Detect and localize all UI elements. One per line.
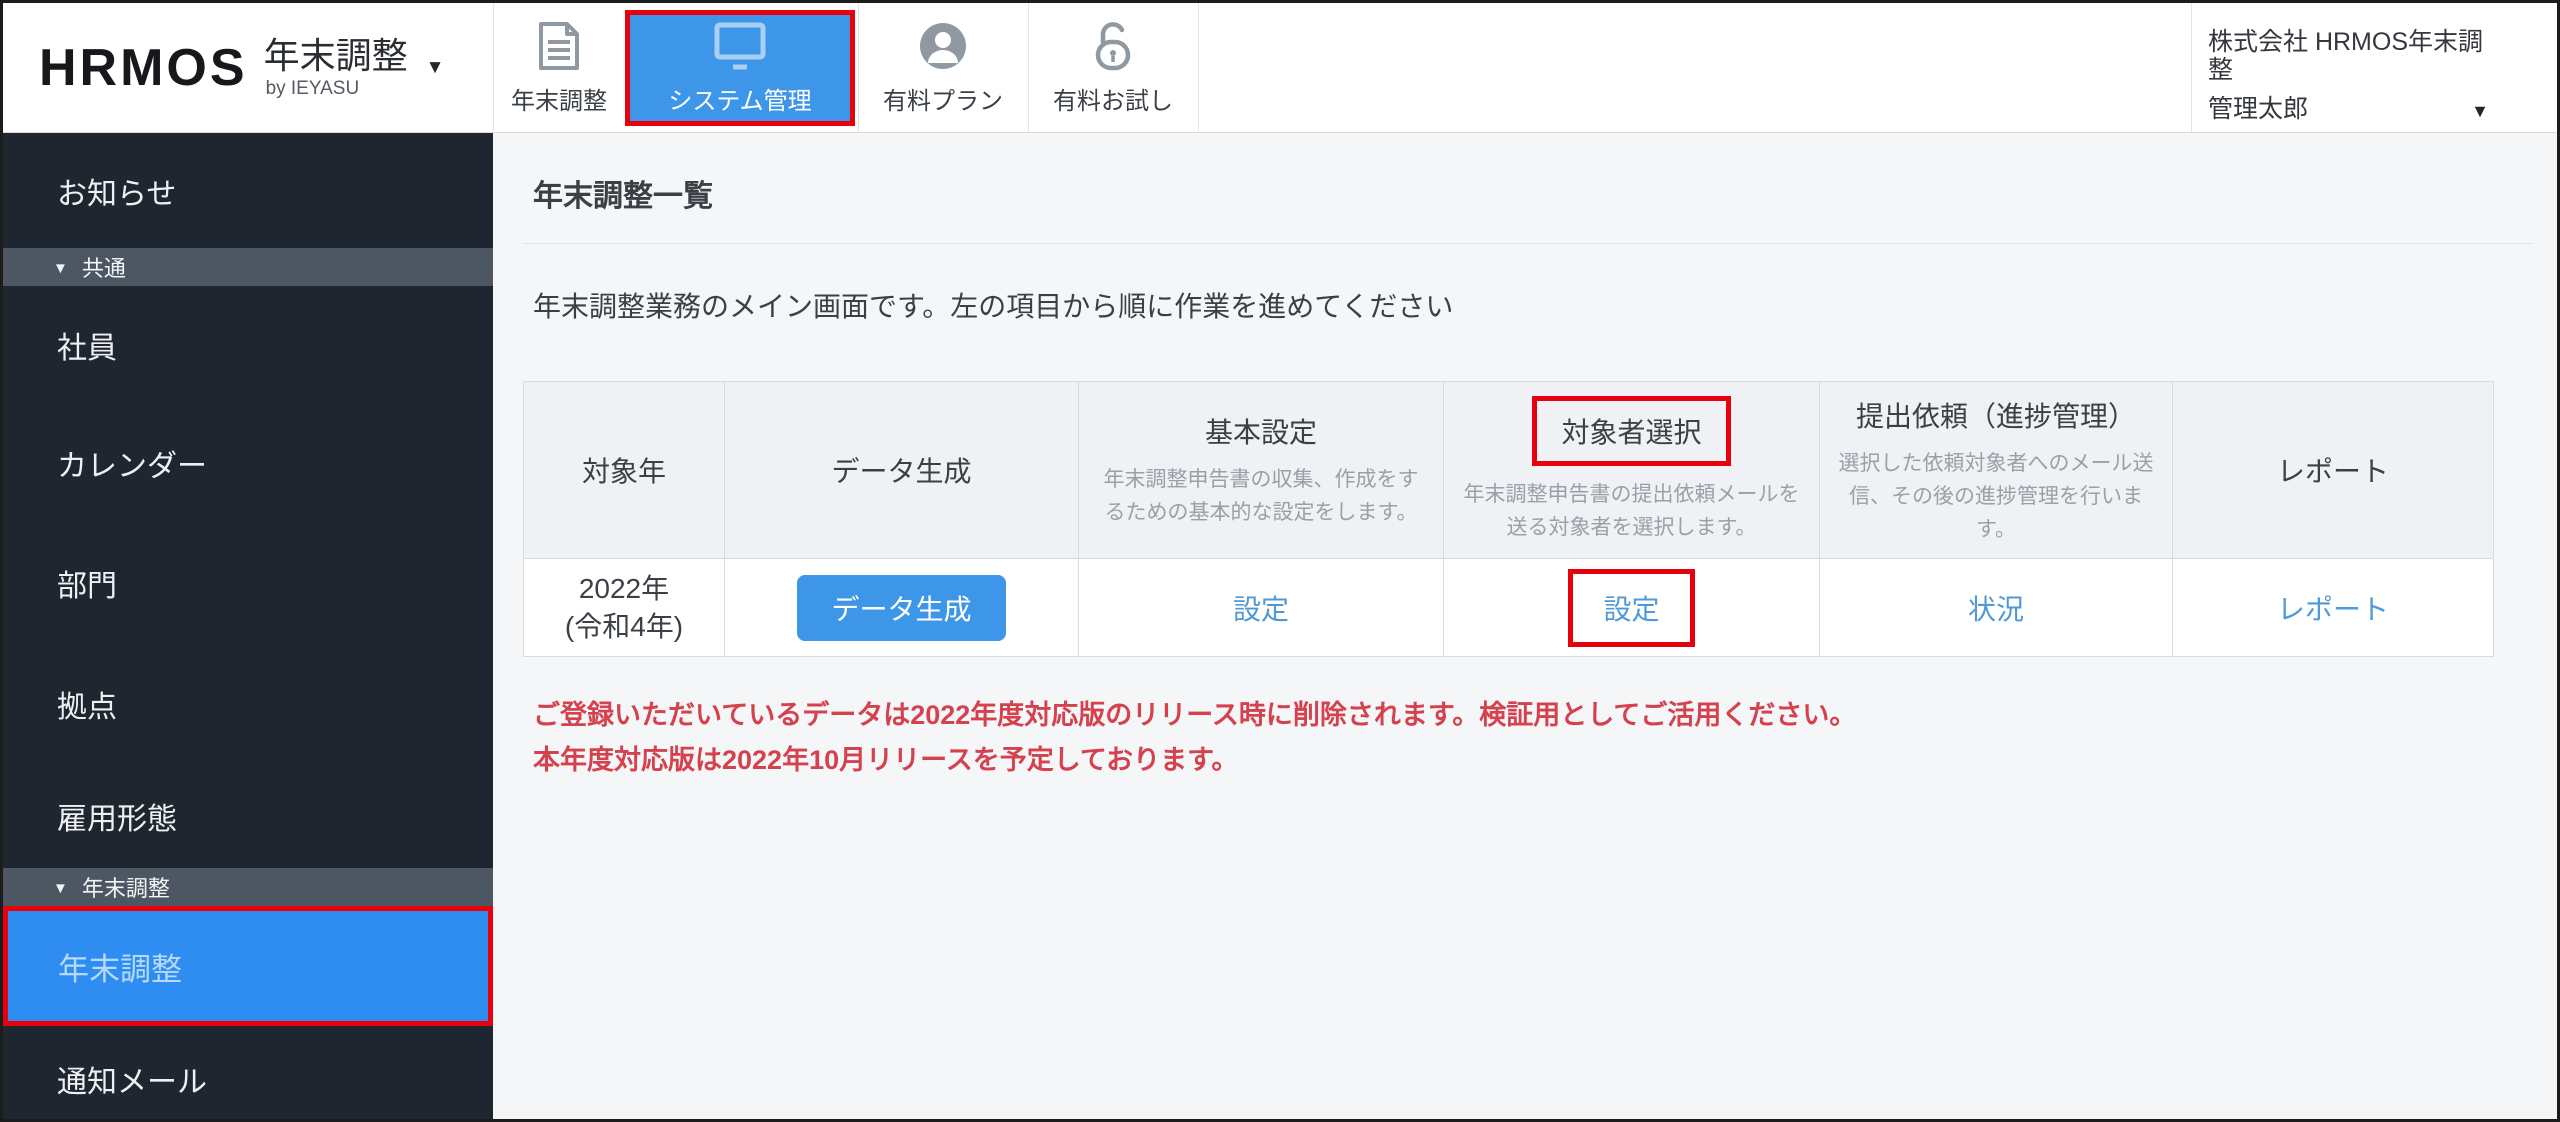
title-divider [523,243,2533,244]
sidebar-item-label: 年末調整 [58,951,182,987]
sidebar-item-notification-mail[interactable]: 通知メール [3,1026,493,1119]
table-row-2022: 2022年 (令和4年) データ生成 設定 設定 状況 レポート [523,558,2494,657]
column-header-report: レポート [2172,381,2494,559]
tab-system-admin-label: システム管理 [668,88,812,115]
tab-nencho-label: 年末調整 [511,88,607,115]
column-header-target-selection: 対象者選択 年末調整申告書の提出依頼メールを送る対象者を選択します。 [1443,381,1820,559]
column-header-data-generation: データ生成 [724,381,1079,559]
column-header-target-year: 対象年 [523,381,725,559]
column-header-submission-request: 提出依頼（進捗管理） 選択した依頼対象者へのメール送信、その後の進捗管理を行いま… [1819,381,2173,559]
sidebar-section-label: 共通 [81,256,126,281]
app-window: HRMOS 年末調整 by IEYASU ▼ 年末調整 システム管理 有料プラン… [0,0,2560,1122]
cell-submission-request: 状況 [1819,558,2173,657]
tab-paid-plan-label: 有料プラン [883,88,1003,115]
main-content: 年末調整一覧 年末調整業務のメイン画面です。左の項目から順に作業を進めてください… [493,133,2557,1119]
app-logo[interactable]: HRMOS 年末調整 by IEYASU ▼ [39,3,444,133]
data-generation-button[interactable]: データ生成 [797,574,1006,641]
sidebar-section-label: 年末調整 [81,876,170,901]
logo-byline-text: by IEYASU [265,77,360,99]
logo-brand-text: HRMOS [39,39,248,97]
sidebar-item-employment-type[interactable]: 雇用形態 [3,764,493,868]
warning-line-1: ご登録いただいているデータは2022年度対応版のリリース時に削除されます。検証用… [533,700,1857,730]
page-title: 年末調整一覧 [533,180,713,213]
sidebar-section-nencho[interactable]: ▼ 年末調整 [3,868,493,906]
sidebar-item-news[interactable]: お知らせ [3,133,493,248]
person-icon [918,20,968,72]
sidebar-item-label: カレンダー [57,450,207,483]
account-company: 株式会社 HRMOS年末調整 [2208,28,2484,84]
basic-settings-link[interactable]: 設定 [1233,594,1289,625]
cell-target-selection: 設定 [1443,558,1820,657]
cell-basic-settings: 設定 [1078,558,1444,657]
warning-line-2: 本年度対応版は2022年10月リリースを予定しております。 [533,745,1239,775]
chevron-down-icon: ▼ [53,259,68,277]
sidebar: お知らせ ▼ 共通 社員 カレンダー 部門 拠点 雇用形態 ▼ 年末調整 年末調… [3,133,493,1119]
sidebar-item-label: 部門 [57,570,117,603]
column-header-basic-settings: 基本設定 年末調整申告書の収集、作成をするための基本的な設定をします。 [1078,381,1444,559]
document-icon [538,20,580,72]
unlock-icon [1090,20,1136,72]
account-menu[interactable]: 株式会社 HRMOS年末調整 管理太郎 ▼ [2208,28,2493,124]
year-end-adjustment-table: 対象年 データ生成 基本設定 年末調整申告書の収集、作成をするための基本的な設定… [523,381,2494,657]
sidebar-item-label: 通知メール [57,1065,207,1099]
sidebar-item-location[interactable]: 拠点 [3,644,493,764]
chevron-down-icon: ▼ [53,879,68,897]
sidebar-item-calendar[interactable]: カレンダー [3,404,493,522]
account-dropdown-icon[interactable]: ▼ [2471,101,2489,122]
tab-paid-trial[interactable]: 有料お試し [1028,3,1198,133]
sidebar-item-label: お知らせ [57,177,177,211]
progress-status-link[interactable]: 状況 [1968,594,2024,625]
sidebar-item-employee[interactable]: 社員 [3,286,493,404]
logo-product-text: 年末調整 [263,35,408,77]
tab-system-admin[interactable]: システム管理 [625,10,855,126]
table-header-row: 対象年 データ生成 基本設定 年末調整申告書の収集、作成をするための基本的な設定… [523,381,2494,559]
tab-nencho[interactable]: 年末調整 [493,3,625,133]
target-selection-link[interactable]: 設定 [1603,594,1659,625]
account-divider [2191,3,2192,133]
sidebar-item-label: 拠点 [57,691,117,724]
release-warning: ご登録いただいているデータは2022年度対応版のリリース時に削除されます。検証用… [533,693,1856,783]
cell-target-year: 2022年 (令和4年) [523,558,725,657]
monitor-icon [713,20,767,72]
sidebar-item-label: 雇用形態 [57,803,177,836]
sidebar-section-common[interactable]: ▼ 共通 [3,248,493,286]
report-link[interactable]: レポート [2277,594,2389,625]
tab-paid-plan[interactable]: 有料プラン [858,3,1028,133]
annotation-box-target-selection: 対象者選択 [1532,396,1731,466]
cell-report: レポート [2172,558,2494,657]
tab-paid-trial-label: 有料お試し [1053,88,1173,115]
nav-divider [1198,3,1199,133]
sidebar-item-label: 社員 [57,332,117,365]
account-user: 管理太郎 [2208,95,2309,123]
logo-dropdown-icon[interactable]: ▼ [426,57,445,79]
annotation-box-target-selection-link: 設定 [1568,568,1695,647]
page-description: 年末調整業務のメイン画面です。左の項目から順に作業を進めてください [533,291,1454,322]
sidebar-item-nencho-selected[interactable]: 年末調整 [3,906,493,1026]
sidebar-item-department[interactable]: 部門 [3,522,493,644]
top-header: HRMOS 年末調整 by IEYASU ▼ 年末調整 システム管理 有料プラン… [3,3,2557,133]
cell-data-generation: データ生成 [724,558,1079,657]
